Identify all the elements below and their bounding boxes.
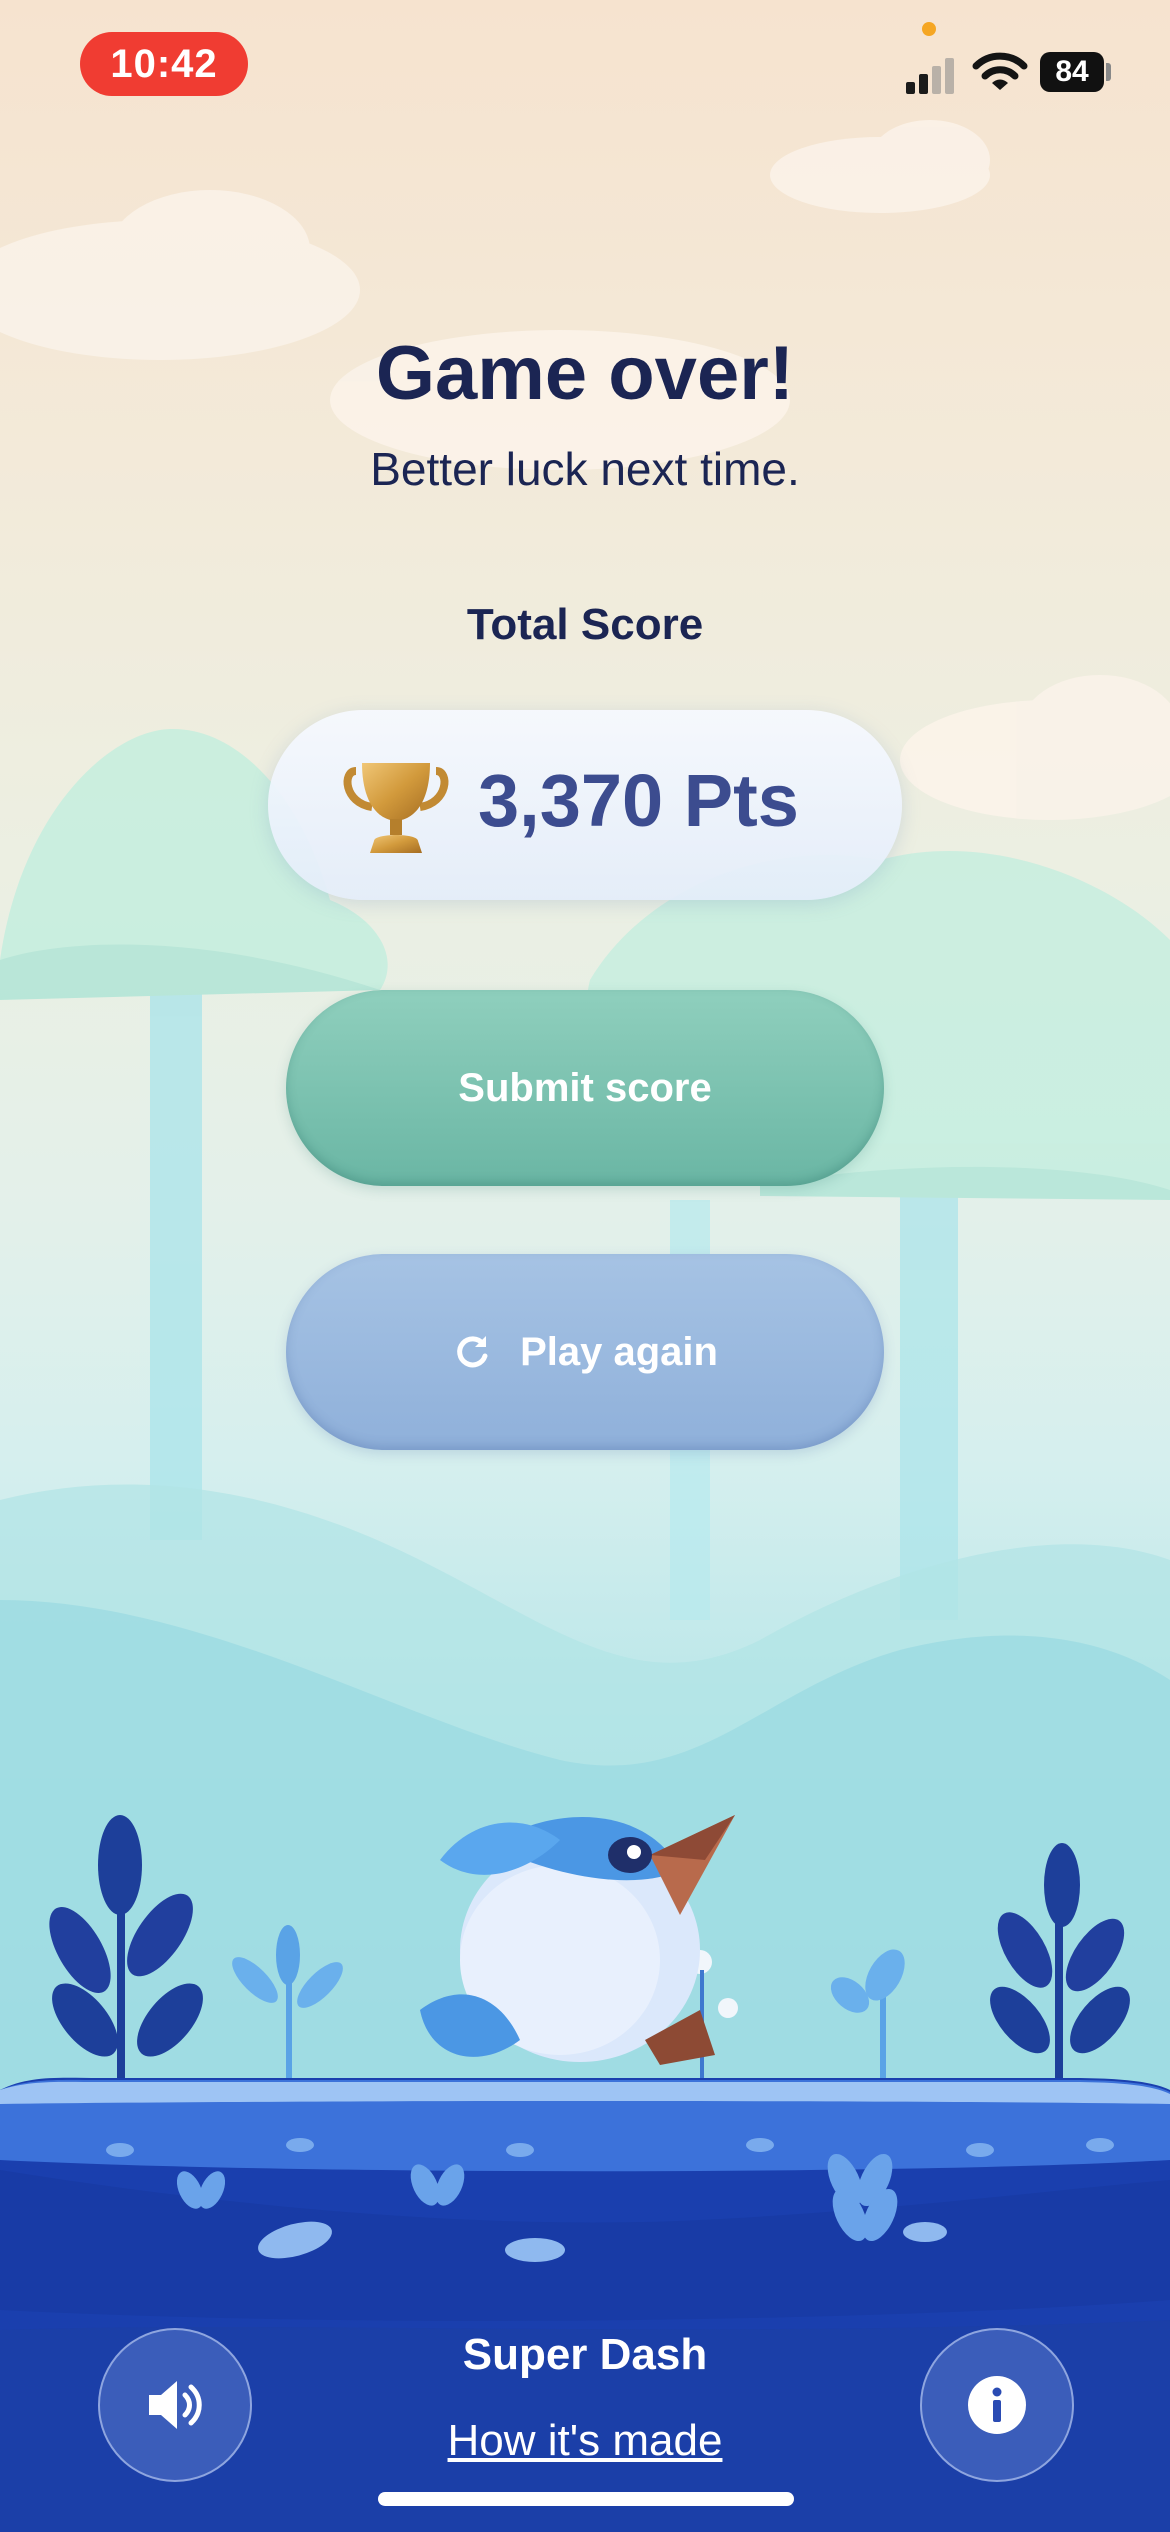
home-indicator[interactable] bbox=[378, 2492, 794, 2506]
trophy-icon bbox=[343, 763, 449, 853]
game-over-title: Game over! bbox=[375, 331, 795, 416]
score-number: 3,370 bbox=[478, 759, 664, 842]
privacy-indicator-dot bbox=[922, 22, 936, 36]
info-button[interactable] bbox=[920, 2328, 1074, 2482]
score-unit: Pts bbox=[683, 759, 799, 842]
play-again-button[interactable]: Play again bbox=[286, 1254, 884, 1450]
submit-score-label: Submit score bbox=[458, 1065, 712, 1110]
battery-tip bbox=[1106, 63, 1111, 81]
wifi-icon bbox=[972, 52, 1028, 90]
play-again-label: Play again bbox=[520, 1329, 718, 1374]
bird-character bbox=[420, 1815, 735, 2065]
score-value: 3,370 Pts bbox=[478, 758, 799, 843]
cellular-signal-icon bbox=[906, 54, 958, 94]
refresh-icon bbox=[457, 1336, 488, 1368]
submit-score-button[interactable]: Submit score bbox=[286, 990, 884, 1186]
game-over-subtitle: Better luck next time. bbox=[370, 443, 800, 495]
total-score-label: Total Score bbox=[466, 600, 704, 649]
info-icon bbox=[968, 2376, 1026, 2434]
game-scene: 10:42 84 Game over! Better luck next tim… bbox=[0, 0, 1170, 2532]
battery-icon: 84 bbox=[1040, 52, 1104, 92]
status-time: 10:42 bbox=[80, 32, 248, 96]
